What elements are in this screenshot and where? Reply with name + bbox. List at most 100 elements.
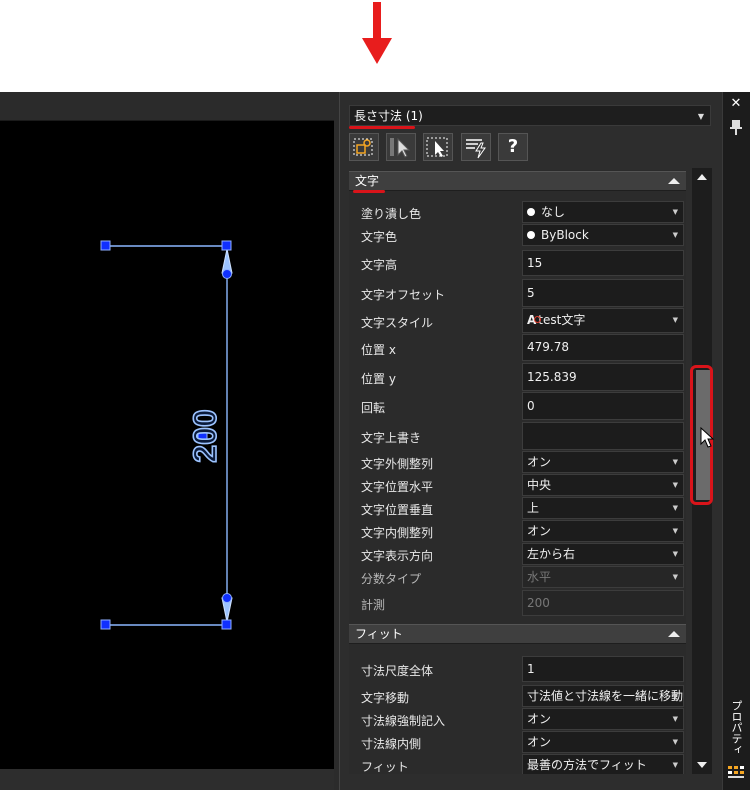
collapse-icon[interactable] [668,631,680,637]
grip-handle[interactable] [221,619,232,630]
dock-tab-properties[interactable]: プロパティ [724,700,748,760]
property-dropdown[interactable]: オン ▼ [522,520,684,542]
property-dropdown[interactable]: オン ▼ [522,708,684,730]
collapse-icon[interactable] [668,178,680,184]
grip-handle[interactable] [100,240,111,251]
toggle-pickadd-button[interactable] [349,133,379,161]
property-grid: 文字 塗り潰し色 なし ▼ 文字色 ByBlock ▼ 文字高 15 文字オフセット 5 文字スタイ… [349,170,686,774]
property-label: 文字位置垂直 [361,503,434,517]
properties-grid-icon[interactable] [727,764,745,780]
property-value: オン [527,455,552,469]
quick-select-filter-button[interactable] [461,133,491,161]
property-input[interactable]: 15 [522,250,684,276]
grip-handle[interactable] [222,593,232,603]
property-dropdown[interactable]: 寸法値と寸法線を一緒に移動 ▼ [522,685,684,707]
property-row: 文字移動 寸法値と寸法線を一緒に移動 ▼ [349,685,686,707]
close-icon[interactable]: ✕ [727,96,745,112]
property-input[interactable]: 1 [522,656,684,682]
property-dropdown[interactable]: オン ▼ [522,451,684,473]
chevron-down-icon: ▼ [672,458,678,466]
help-button[interactable]: ? [498,133,528,161]
property-value: 15 [527,256,543,270]
grip-handle[interactable] [100,619,111,630]
property-value: 125.839 [527,370,577,384]
property-label: 文字移動 [361,691,410,705]
color-swatch-icon [527,207,535,216]
quick-select-button[interactable] [423,133,453,161]
property-label: 文字表示方向 [361,549,434,563]
pin-icon[interactable] [727,118,745,136]
property-dropdown: 水平 ▼ [522,566,684,588]
property-label: 文字内側整列 [361,526,434,540]
property-dropdown[interactable]: なし ▼ [522,201,684,223]
property-dropdown[interactable]: ByBlock ▼ [522,224,684,246]
property-label: 寸法尺度全体 [361,664,434,678]
scroll-up-arrow-icon[interactable] [694,170,710,184]
property-label: 寸法線内側 [361,737,422,751]
chevron-down-icon: ▼ [672,527,678,535]
section-title: フィット [355,627,403,641]
property-dropdown[interactable]: 上 ▼ [522,497,684,519]
property-value: 上 [527,501,540,515]
dimension-text[interactable]: 200 [186,409,224,464]
property-value: 寸法値と寸法線を一緒に移動 [527,689,684,703]
linear-dimension[interactable]: 200 [0,121,334,769]
chevron-down-icon: ▼ [672,208,678,216]
section-header-fit[interactable]: フィット [349,624,686,644]
property-value: 479.78 [527,340,569,354]
property-dropdown[interactable]: Atest文字 ▼ [522,308,684,333]
property-value: 1 [527,662,535,676]
property-row: 寸法尺度全体 1 [349,656,686,682]
property-label: 位置 x [361,343,396,357]
property-value: オン [527,524,552,538]
property-value: 水平 [527,570,552,584]
property-input[interactable]: 5 [522,279,684,307]
property-row: 文字位置水平 中央 ▼ [349,474,686,496]
property-value: なし [541,205,566,219]
property-input[interactable]: 125.839 [522,363,684,391]
property-label: 位置 y [361,372,396,386]
property-value: オン [527,735,552,749]
property-dropdown[interactable]: オン ▼ [522,731,684,753]
property-dropdown[interactable]: 左から右 ▼ [522,543,684,565]
property-label: 文字色 [361,230,398,244]
property-label: 文字位置水平 [361,480,434,494]
grip-handle[interactable] [221,240,232,251]
property-row: 文字外側整列 オン ▼ [349,451,686,473]
viewport-statusbar [0,769,340,790]
select-objects-button[interactable] [386,133,416,161]
property-label: 文字上書き [361,431,422,445]
property-row: 分数タイプ 水平 ▼ [349,566,686,588]
property-input[interactable]: 479.78 [522,334,684,361]
object-type-select[interactable]: 長さ寸法 (1) ▼ [349,105,711,126]
property-row: 文字表示方向 左から右 ▼ [349,543,686,565]
chevron-down-icon: ▼ [672,692,678,700]
property-dropdown[interactable]: 最善の方法でフィット ▼ [522,754,684,774]
property-label: 塗り潰し色 [361,207,422,221]
chevron-down-icon: ▼ [672,761,678,769]
scroll-down-arrow-icon[interactable] [694,758,710,772]
property-label: 文字スタイル [361,316,434,330]
chevron-down-icon: ▼ [672,738,678,746]
chevron-down-icon: ▼ [697,112,704,121]
grip-handle[interactable] [222,269,232,279]
property-value: オン [527,712,552,726]
property-label: 計測 [361,598,386,612]
section-title: 文字 [355,174,380,188]
property-dropdown[interactable]: 中央 ▼ [522,474,684,496]
property-row: 位置 x 479.78 [349,334,686,361]
property-label: フィット [361,760,409,774]
property-input[interactable] [522,422,684,450]
annotation-underline [349,126,415,129]
chevron-down-icon: ▼ [672,481,678,489]
property-input[interactable]: 0 [522,392,684,420]
property-row: 回転 0 [349,392,686,420]
quick-select-icon [426,137,448,157]
select-cursor-icon [390,137,411,158]
drawing-canvas[interactable]: 200 [0,121,336,769]
property-label: 文字外側整列 [361,457,434,471]
property-value: 左から右 [527,547,576,561]
chevron-down-icon: ▼ [672,550,678,558]
property-row: 文字高 15 [349,250,686,276]
section-header-text[interactable]: 文字 [349,171,686,191]
